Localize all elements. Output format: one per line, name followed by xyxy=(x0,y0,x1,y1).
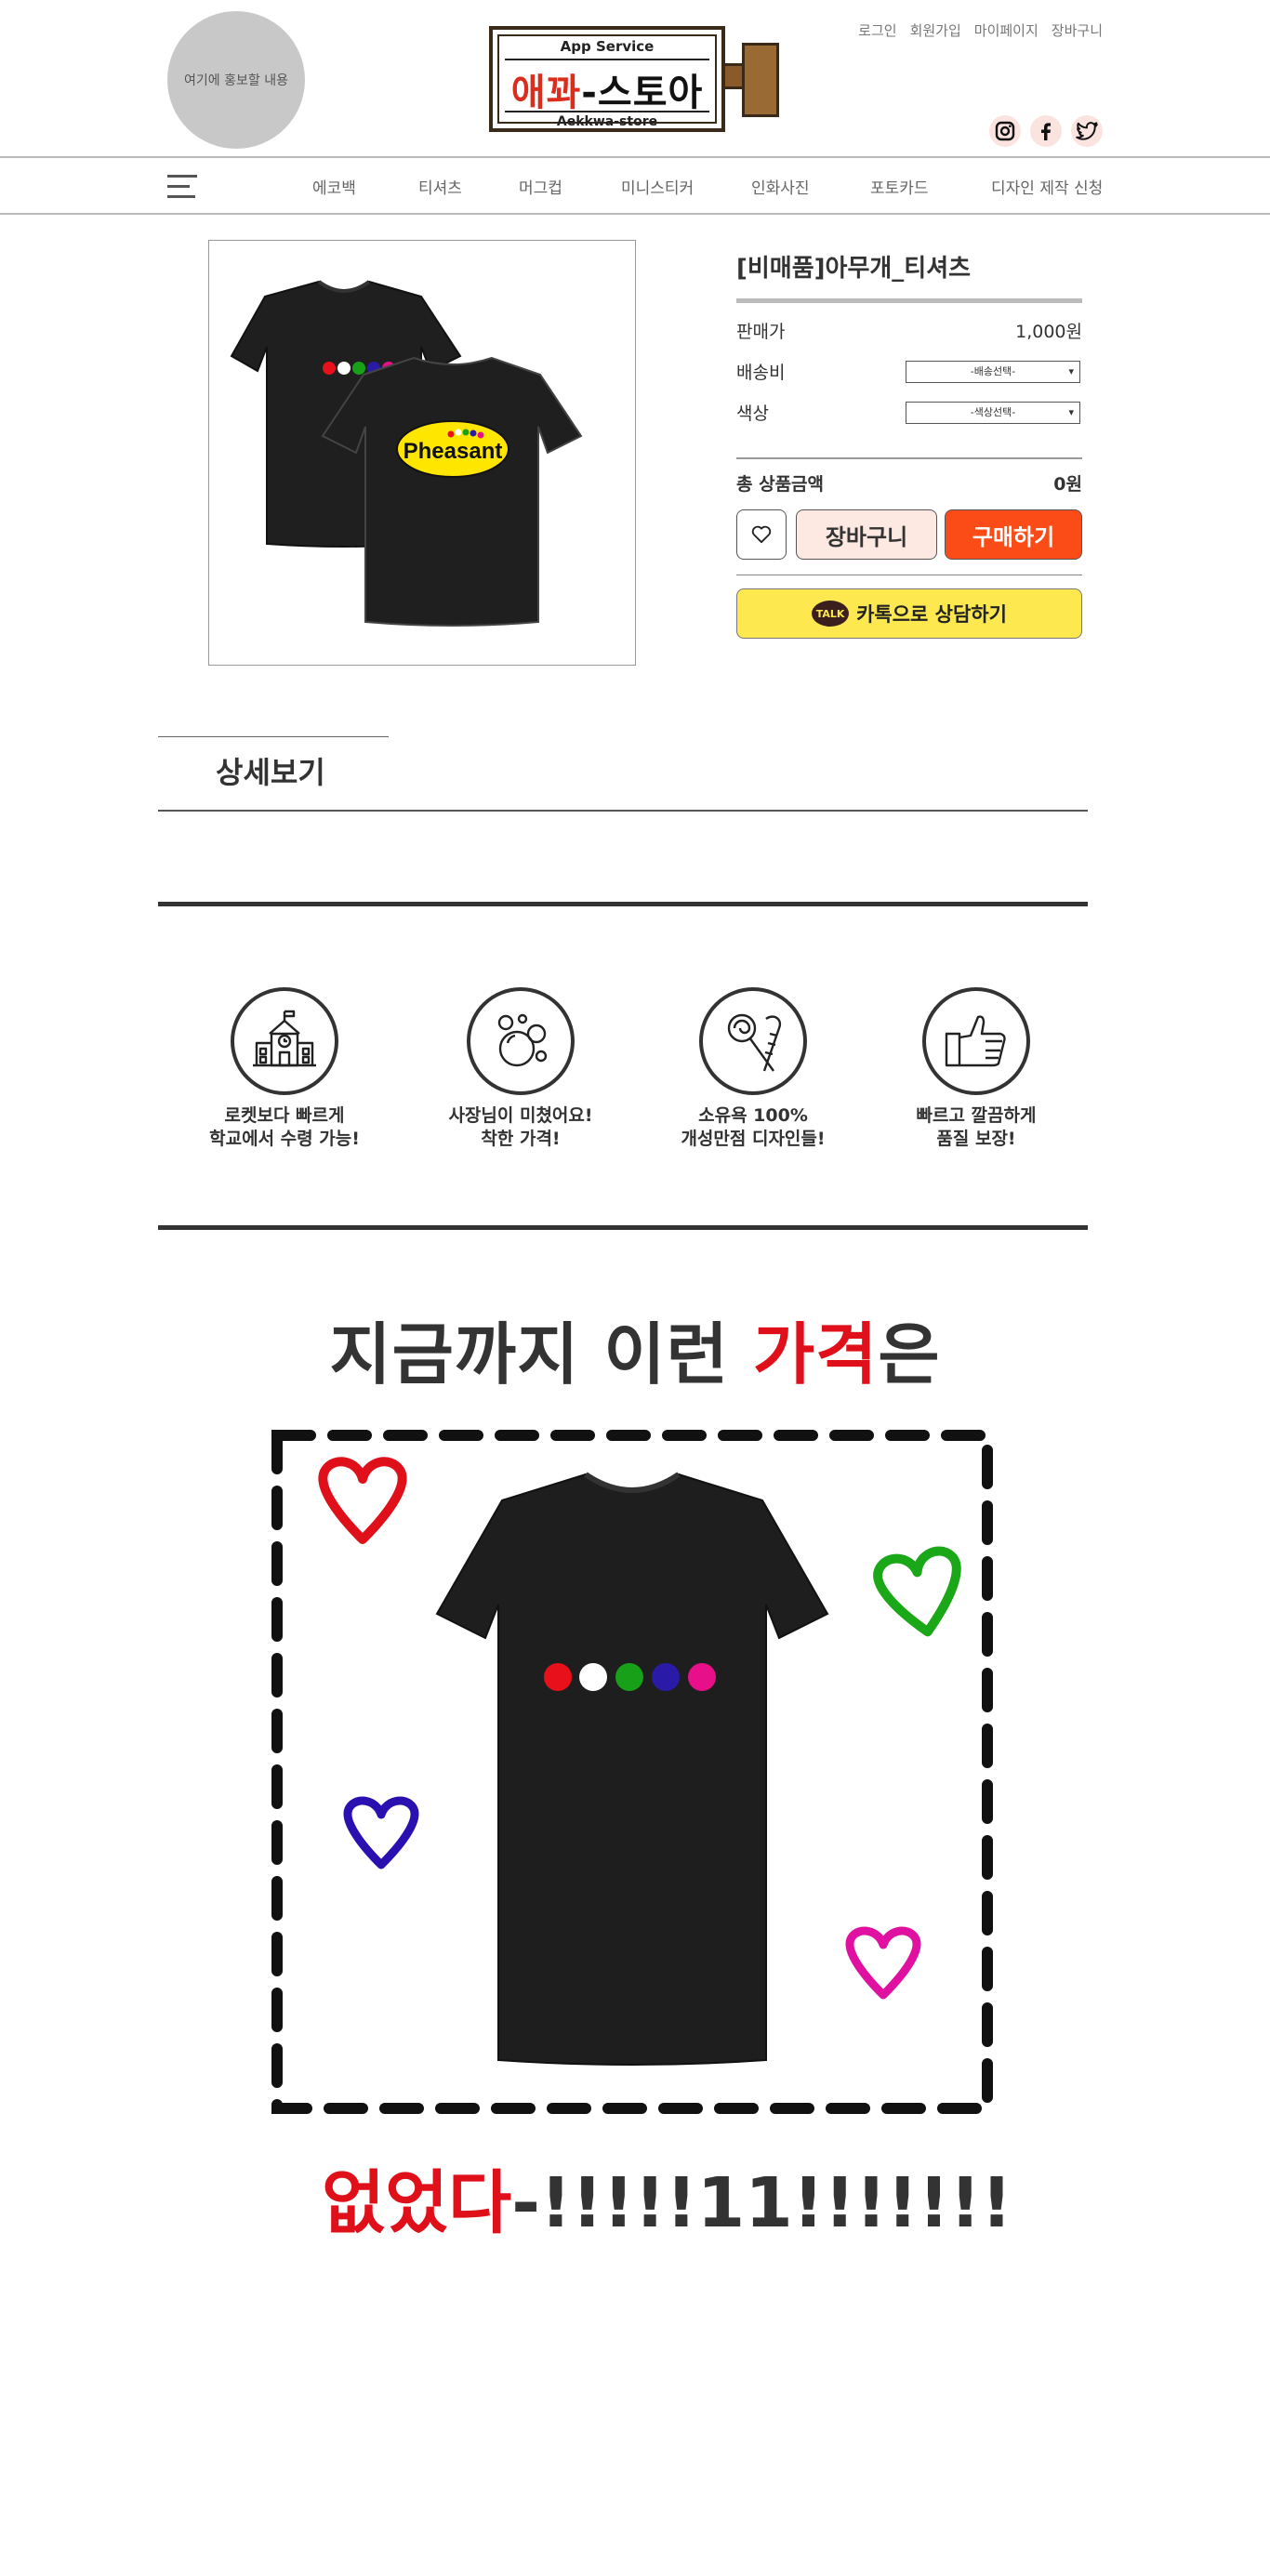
features-bottom-border xyxy=(158,1225,1088,1230)
bubbles-icon xyxy=(467,987,575,1095)
feature-line1: 소유욕 100% xyxy=(698,1105,808,1126)
product-image[interactable]: Pheasant xyxy=(208,240,636,666)
total-value: 0원 xyxy=(1053,474,1082,495)
logo-main-text: 애꽈-스토아 xyxy=(499,62,715,116)
back-print-text: Pheasant xyxy=(403,439,503,464)
candy-icon xyxy=(699,987,807,1095)
action-buttons: 장바구니 구매하기 xyxy=(736,506,1082,561)
dot-blue xyxy=(652,1663,680,1691)
price-label: 판매가 xyxy=(736,322,786,342)
dot-pink xyxy=(688,1663,716,1691)
twitter-icon[interactable] xyxy=(1071,115,1103,147)
nav-item-mini-sticker[interactable]: 미니스티커 xyxy=(621,175,694,198)
logo-divider xyxy=(505,111,709,112)
dot-white xyxy=(337,362,351,375)
logo-main-black: -스토아 xyxy=(581,72,704,114)
signup-link[interactable]: 회원가입 xyxy=(910,20,961,40)
feature-line1: 로켓보다 빠르게 xyxy=(224,1105,345,1126)
instagram-icon[interactable] xyxy=(989,115,1021,147)
feature-line1: 빠르고 깔끔하게 xyxy=(916,1105,1037,1126)
color-label: 색상 xyxy=(736,403,769,424)
feature-line2: 개성만점 디자인들! xyxy=(681,1129,826,1149)
feature-line2: 착한 가격! xyxy=(481,1129,561,1149)
mypage-link[interactable]: 마이페이지 xyxy=(974,20,1038,40)
logo-box: App Service 애꽈-스토아 Aekkwa-store xyxy=(489,26,725,132)
feature-unique-design: 소유욕 100% 개성만점 디자인들! xyxy=(651,987,855,1151)
menu-icon[interactable] xyxy=(167,175,197,199)
blue-heart-icon xyxy=(343,1796,419,1869)
add-to-cart-button[interactable]: 장바구니 xyxy=(796,509,937,560)
feature-line1: 사장님이 미쳤어요! xyxy=(448,1105,593,1126)
logo-inner-border: App Service 애꽈-스토아 Aekkwa-store xyxy=(497,34,717,129)
logo-bottom-text: Aekkwa-store xyxy=(556,114,658,129)
heart-icon xyxy=(751,525,772,544)
color-row: 색상 -색상선택- xyxy=(736,385,1082,426)
nav-item-mug[interactable]: 머그컵 xyxy=(519,175,562,198)
logo-handle xyxy=(742,43,779,117)
logo-main-red: 애꽈 xyxy=(510,72,582,114)
nav-bottom-border xyxy=(0,213,1270,215)
feature-fast-pickup: 로켓보다 빠르게학교에서 수령 가능! xyxy=(182,987,387,1151)
promo-headline-red: 가격 xyxy=(752,1315,879,1394)
total-label: 총 상품금액 xyxy=(736,474,825,495)
promo-tagline-black: -!!!!!11!!!!!!! xyxy=(511,2163,1012,2243)
buy-now-button[interactable]: 구매하기 xyxy=(945,509,1082,560)
shipping-label: 배송비 xyxy=(736,363,786,383)
promo-banner[interactable]: 여기에 홍보할 내용 xyxy=(167,11,305,149)
logo-divider xyxy=(505,59,709,60)
green-heart-icon xyxy=(873,1546,961,1637)
school-icon xyxy=(231,987,338,1095)
facebook-icon[interactable] xyxy=(1030,115,1062,147)
nav-item-photo-card[interactable]: 포토카드 xyxy=(870,175,929,198)
promo-headline-part2: 은 xyxy=(878,1315,941,1394)
main-nav: 에코백 티셔츠 머그컵 미니스티커 인화사진 포토카드 디자인 제작 신청 xyxy=(0,158,1270,214)
dot-white xyxy=(579,1663,607,1691)
color-select[interactable]: -색상선택- xyxy=(906,402,1080,424)
pink-heart-icon xyxy=(845,1926,921,2000)
nav-item-ecobag[interactable]: 에코백 xyxy=(312,175,356,198)
kakao-consult-button[interactable]: TALK 카톡으로 상담하기 xyxy=(736,588,1082,639)
promo-headline-part1: 지금까지 이런 xyxy=(329,1315,753,1394)
promo-tagline: 없었다-!!!!!11!!!!!!! xyxy=(322,2147,1012,2247)
dot-green xyxy=(352,362,365,375)
detail-tab-border xyxy=(158,736,389,737)
promo-headline: 지금까지 이런 가격은 xyxy=(0,1300,1270,1397)
top-links: 로그인 회원가입 마이페이지 장바구니 xyxy=(858,20,1103,40)
feature-good-price: 사장님이 미쳤어요! 착한 가격! xyxy=(418,987,623,1151)
dot-green xyxy=(615,1663,643,1691)
features-top-border xyxy=(158,902,1088,906)
cart-link[interactable]: 장바구니 xyxy=(1052,20,1103,40)
nav-item-tshirt[interactable]: 티셔츠 xyxy=(418,175,462,198)
social-links xyxy=(989,115,1103,147)
thumbs-up-icon xyxy=(922,987,1030,1095)
wishlist-button[interactable] xyxy=(736,509,787,560)
nav-item-design-request[interactable]: 디자인 제작 신청 xyxy=(991,175,1103,198)
feature-line2: 품질 보장! xyxy=(936,1129,1016,1149)
red-heart-icon xyxy=(318,1457,407,1544)
product-title: [비매품]아무개_티셔츠 xyxy=(736,255,972,283)
kakao-talk-icon: TALK xyxy=(812,601,850,627)
detail-divider xyxy=(158,810,1088,812)
kakao-consult-label: 카톡으로 상담하기 xyxy=(856,603,1007,626)
promo-tshirt-image xyxy=(435,1472,829,2066)
price-value: 1,000원 xyxy=(1015,322,1082,342)
feature-line2: 학교에서 수령 가능! xyxy=(209,1129,360,1149)
site-logo[interactable]: App Service 애꽈-스토아 Aekkwa-store xyxy=(489,26,779,136)
promo-tagline-red: 없었다 xyxy=(322,2163,512,2243)
feature-quality: 빠르고 깔끔하게품질 보장! xyxy=(874,987,1078,1151)
dot-red xyxy=(544,1663,572,1691)
price-row: 판매가 1,000원 xyxy=(736,303,1082,344)
promo-image xyxy=(270,1428,995,2116)
shipping-select[interactable]: -배송선택- xyxy=(906,361,1080,383)
total-row: 총 상품금액 0원 xyxy=(736,459,1082,506)
promo-banner-text: 여기에 홍보할 내용 xyxy=(184,73,288,88)
detail-tab[interactable]: 상세보기 xyxy=(216,749,325,792)
login-link[interactable]: 로그인 xyxy=(858,20,896,40)
dot-red xyxy=(323,362,336,375)
logo-top-text: App Service xyxy=(560,38,655,55)
shipping-row: 배송비 -배송선택- xyxy=(736,344,1082,385)
product-info: [비매품]아무개_티셔츠 판매가 1,000원 배송비 -배송선택- 색상 -색… xyxy=(736,249,1082,639)
nav-item-photo-print[interactable]: 인화사진 xyxy=(751,175,810,198)
